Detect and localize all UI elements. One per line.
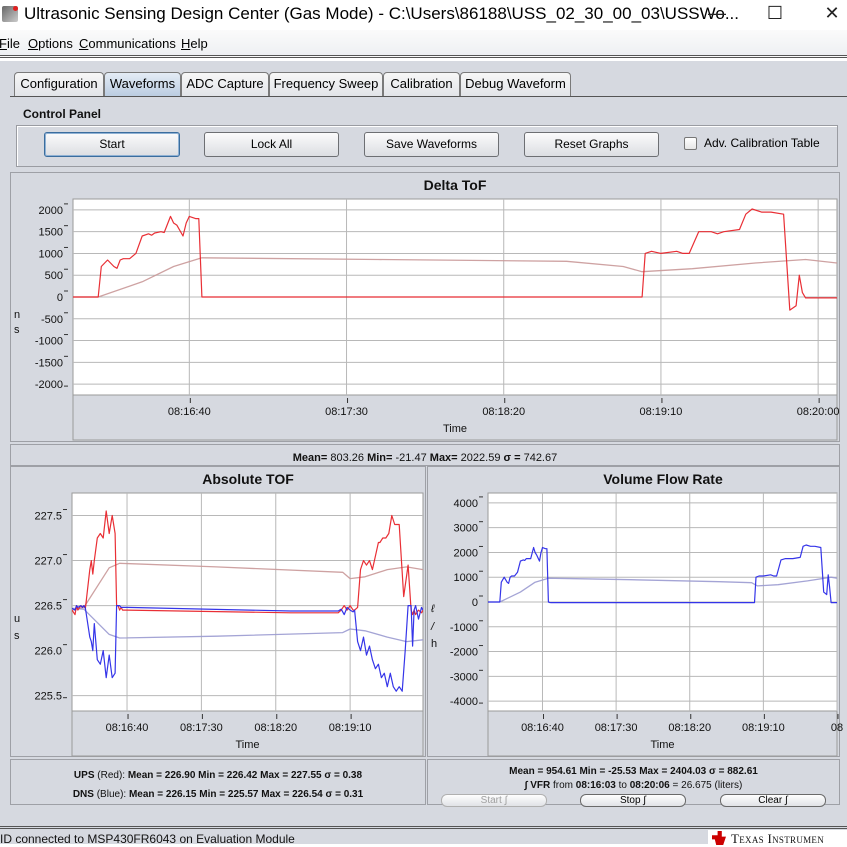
y-tick-label: 0 [57, 292, 63, 304]
x-tick-label: 08:20:00 [797, 406, 840, 418]
x-tick-label: 08 [831, 722, 843, 734]
y-tick-label: 0 [472, 597, 478, 609]
y-tick-label: -500 [41, 314, 63, 326]
y-tick-label: -1000 [450, 622, 478, 634]
y-unit-label: s [14, 324, 20, 336]
y-unit-label: ℓ [430, 603, 435, 615]
ti-logo-text: Texas Instrumen [731, 831, 825, 846]
x-tick-label: 08:17:30 [595, 722, 638, 734]
y-tick-label: 3000 [454, 523, 478, 535]
x-tick-label: 08:19:10 [742, 722, 785, 734]
y-tick-label: 227.0 [34, 556, 62, 568]
x-tick-label: 08:19:10 [640, 406, 683, 418]
y-tick-label: 225.5 [34, 691, 62, 703]
y-tick-label: -2000 [35, 379, 63, 391]
y-unit-label: h [431, 638, 437, 650]
y-tick-label: 2000 [39, 205, 63, 217]
y-tick-label: 1000 [454, 572, 478, 584]
y-tick-label: -1500 [35, 357, 63, 369]
x-tick-label: 08:18:20 [482, 406, 525, 418]
y-tick-label: 226.5 [34, 601, 62, 613]
x-axis-label: Time [235, 739, 259, 751]
y-tick-label: -2000 [450, 647, 478, 659]
x-tick-label: 08:16:40 [106, 722, 149, 734]
y-tick-label: 1000 [39, 248, 63, 260]
x-tick-label: 08:18:20 [254, 722, 297, 734]
y-unit-label: / [430, 621, 435, 633]
y-tick-label: 227.5 [34, 511, 62, 523]
vfr-chart: 4000 3000 2000 1000 0 -1000 -2000 -3000 -4000 08:… [430, 492, 843, 757]
y-tick-label: -3000 [450, 671, 478, 683]
y-tick-label: 4000 [454, 498, 478, 510]
y-unit-label: u [14, 613, 20, 625]
ti-logo-icon [712, 831, 726, 845]
x-tick-label: 08:17:30 [325, 406, 368, 418]
x-tick-label: 08:17:30 [180, 722, 223, 734]
charts-layer: 2000 1500 1000 500 0 -500 -1000 -1500 -2000 08:16… [14, 198, 843, 757]
y-tick-label: -1000 [35, 336, 63, 348]
x-axis-label: Time [443, 423, 467, 435]
ti-logo: Texas Instrumen [708, 830, 847, 847]
x-axis-label: Time [650, 739, 674, 751]
x-tick-label: 08:18:20 [668, 722, 711, 734]
y-tick-label: 500 [45, 270, 63, 282]
x-tick-label: 08:16:40 [168, 406, 211, 418]
absolute-tof-chart: 227.5 227.0 226.5 226.0 225.5 08:16:40 08:17:3… [14, 492, 424, 757]
plot-area [71, 492, 424, 712]
y-tick-label: -4000 [450, 696, 478, 708]
y-unit-label: s [14, 630, 20, 642]
x-tick-label: 08:16:40 [521, 722, 564, 734]
y-tick-label: 1500 [39, 227, 63, 239]
delta-tof-chart: 2000 1500 1000 500 0 -500 -1000 -1500 -2000 08:16… [14, 198, 840, 441]
y-tick-label: 2000 [454, 547, 478, 559]
y-tick-label: 226.0 [34, 646, 62, 658]
status-bar: ID connected to MSP430FR6043 on Evaluati… [0, 826, 847, 847]
y-unit-label: n [14, 309, 20, 321]
x-tick-label: 08:19:10 [329, 722, 372, 734]
